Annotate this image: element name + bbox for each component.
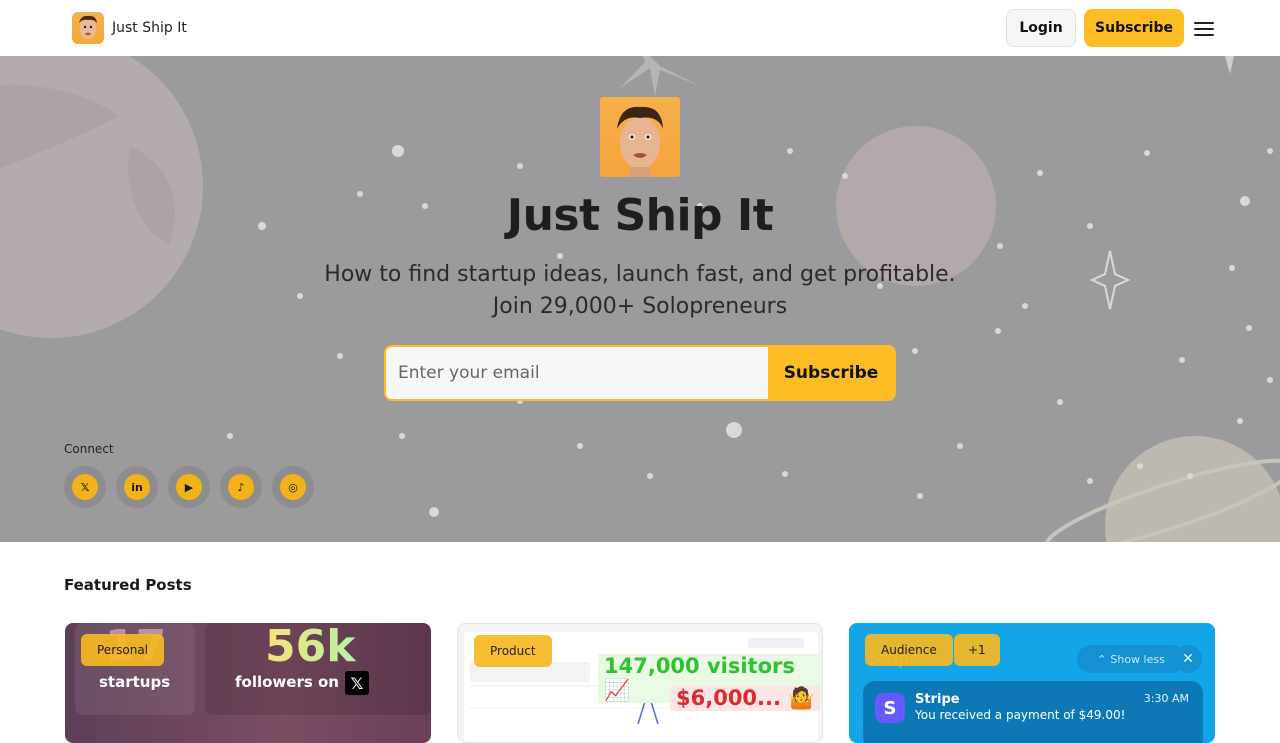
brand-name: Just Ship It [112, 20, 187, 36]
hero-section: Just Ship It How to find startup ideas, … [0, 56, 1280, 542]
card1-big-right: 56k [265, 623, 356, 672]
post-card-product[interactable]: 147,000 visitors 📈 $6,000... 🤷 Product [457, 623, 823, 743]
author-avatar [600, 97, 680, 177]
social-instagram-link[interactable]: ◎ [272, 466, 314, 508]
x-icon: 𝕏 [72, 474, 98, 500]
social-x-link[interactable]: 𝕏 [64, 466, 106, 508]
hero-subtitle-line1: How to find startup ideas, launch fast, … [324, 262, 956, 287]
instagram-icon: ◎ [280, 474, 306, 500]
tag-audience[interactable]: Audience [865, 634, 953, 666]
social-youtube-link[interactable]: ▶ [168, 466, 210, 508]
stripe-logo-icon: S [875, 693, 905, 723]
social-linkedin-link[interactable]: in [116, 466, 158, 508]
hero-subtitle: How to find startup ideas, launch fast, … [0, 259, 1280, 323]
stripe-notification: S Stripe 3:30 AM You received a payment … [863, 681, 1203, 743]
tiktok-icon: ♪ [228, 474, 254, 500]
x-logo-icon: 𝕏 [345, 671, 369, 695]
brand-logo [72, 12, 104, 44]
hamburger-menu-icon[interactable] [1194, 19, 1214, 37]
social-links: 𝕏 in ▶ ♪ ◎ [64, 466, 314, 508]
card1-small-left: startups [99, 673, 171, 691]
youtube-icon: ▶ [176, 474, 202, 500]
nav-subscribe-button[interactable]: Subscribe [1084, 9, 1184, 47]
linkedin-icon: in [124, 474, 150, 500]
show-less-button[interactable]: ⌃ Show less [1077, 645, 1185, 673]
post-card-personal[interactable]: 17 startups 56k followers on 𝕏 Personal [65, 623, 431, 743]
chevron-up-icon: ⌃ [1097, 652, 1107, 666]
close-icon[interactable]: ✕ [1174, 645, 1202, 673]
notification-time: 3:30 AM [1143, 692, 1189, 705]
connect-label: Connect [64, 442, 114, 456]
post-card-audience[interactable]: Stripe Audience +1 ⌃ Show less ✕ S Strip… [849, 623, 1215, 743]
social-tiktok-link[interactable]: ♪ [220, 466, 262, 508]
email-input[interactable] [386, 347, 768, 399]
login-button[interactable]: Login [1006, 9, 1076, 47]
tag-more[interactable]: +1 [954, 634, 1000, 666]
top-nav: Just Ship It Login Subscribe [0, 0, 1280, 56]
show-less-label: Show less [1110, 652, 1165, 666]
hero-subscribe-button[interactable]: Subscribe [768, 347, 894, 399]
brand-link[interactable]: Just Ship It [72, 12, 187, 44]
tag-personal[interactable]: Personal [81, 634, 165, 666]
hero-title: Just Ship It [506, 190, 774, 241]
hero-subtitle-line2: Join 29,000+ Solopreneurs [492, 294, 788, 319]
tag-product[interactable]: Product [474, 635, 552, 667]
email-signup-form: Subscribe [384, 345, 896, 401]
featured-posts-heading: Featured Posts [64, 576, 192, 594]
card2-subline: $6,000... 🤷 [670, 686, 821, 711]
card1-small-right: followers on [235, 673, 339, 691]
notification-app-name: Stripe [915, 692, 960, 707]
